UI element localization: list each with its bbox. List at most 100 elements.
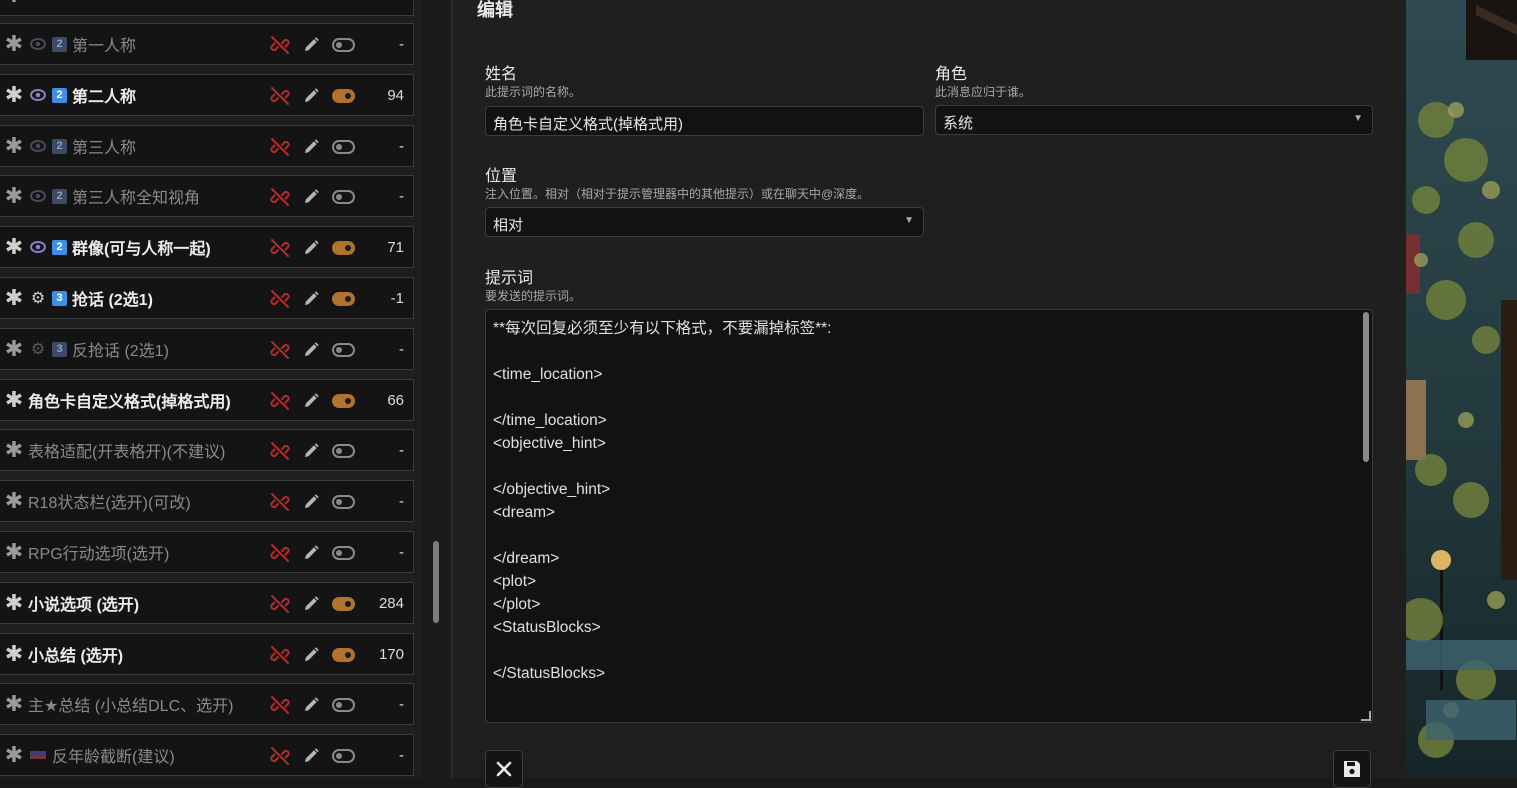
link-off-icon[interactable] bbox=[270, 238, 290, 258]
prompt-name: 第三人称全知视角 bbox=[72, 190, 201, 207]
link-off-icon[interactable] bbox=[270, 695, 290, 715]
enable-toggle[interactable] bbox=[332, 648, 355, 662]
prompt-row[interactable]: ✱ 2 群像(可与人称一起) 71 bbox=[0, 226, 414, 268]
list-scrollbar[interactable] bbox=[433, 541, 439, 623]
pencil-icon[interactable] bbox=[302, 696, 320, 714]
link-off-icon[interactable] bbox=[270, 543, 290, 563]
enable-toggle[interactable] bbox=[332, 292, 355, 306]
prompt-row[interactable]: ✱ ⚙ 3 抢话 (2选1) -1 bbox=[0, 277, 414, 319]
pencil-icon[interactable] bbox=[302, 595, 320, 613]
prompt-textarea[interactable]: **每次回复必须至少有以下格式，不要漏掉标签**: <time_location… bbox=[485, 309, 1373, 723]
drag-handle-icon[interactable]: ✱ bbox=[0, 641, 28, 667]
enable-toggle[interactable] bbox=[332, 495, 355, 509]
pencil-icon[interactable] bbox=[302, 239, 320, 257]
position-select-value: 相对 bbox=[493, 217, 524, 234]
prompt-row[interactable]: ✱ 2 第二人称 94 bbox=[0, 74, 414, 116]
save-icon bbox=[1344, 761, 1360, 777]
enable-toggle[interactable] bbox=[332, 698, 355, 712]
row-actions bbox=[270, 176, 355, 218]
prompt-name: 第一人称 bbox=[72, 38, 137, 55]
textarea-scrollbar[interactable] bbox=[1363, 312, 1369, 462]
prompt-row[interactable]: ✱ 小说选项 (选开) 284 bbox=[0, 582, 414, 624]
prompt-row-partial[interactable]: ✱ bbox=[0, 0, 414, 16]
position-select[interactable]: 相对 ▼ bbox=[485, 207, 924, 237]
token-count: - bbox=[399, 695, 404, 713]
enable-toggle[interactable] bbox=[332, 343, 355, 357]
save-button[interactable] bbox=[1333, 750, 1371, 788]
enable-toggle[interactable] bbox=[332, 89, 355, 103]
enable-toggle[interactable] bbox=[332, 444, 355, 458]
priority-badge: 2 bbox=[52, 239, 67, 255]
link-off-icon[interactable] bbox=[270, 492, 290, 512]
drag-handle-icon[interactable]: ✱ bbox=[0, 336, 28, 362]
pencil-icon[interactable] bbox=[302, 87, 320, 105]
link-off-icon[interactable] bbox=[270, 746, 290, 766]
drag-handle-icon[interactable]: ✱ bbox=[0, 133, 28, 159]
enable-toggle[interactable] bbox=[332, 394, 355, 408]
prompt-row[interactable]: ✱ 表格适配(开表格开)(不建议) - bbox=[0, 429, 414, 471]
link-off-icon[interactable] bbox=[270, 86, 290, 106]
pencil-icon[interactable] bbox=[302, 188, 320, 206]
prompt-row[interactable]: ✱ 小总结 (选开) 170 bbox=[0, 633, 414, 675]
link-off-icon[interactable] bbox=[270, 187, 290, 207]
drag-handle-icon[interactable]: ✱ bbox=[0, 590, 28, 616]
prompt-row[interactable]: ✱ R18状态栏(选开)(可改) - bbox=[0, 480, 414, 522]
close-button[interactable] bbox=[485, 750, 523, 788]
drag-handle-icon[interactable]: ✱ bbox=[0, 234, 28, 260]
enable-toggle[interactable] bbox=[332, 546, 355, 560]
pencil-icon[interactable] bbox=[302, 138, 320, 156]
drag-handle-icon[interactable]: ✱ bbox=[0, 539, 28, 565]
link-off-icon[interactable] bbox=[270, 35, 290, 55]
drag-handle-icon[interactable]: ✱ bbox=[0, 183, 28, 209]
link-off-icon[interactable] bbox=[270, 441, 290, 461]
drag-handle-icon[interactable]: ✱ bbox=[0, 742, 28, 768]
link-off-icon[interactable] bbox=[270, 645, 290, 665]
drag-handle-icon[interactable]: ✱ bbox=[0, 488, 28, 514]
enable-toggle[interactable] bbox=[332, 190, 355, 204]
link-off-icon[interactable] bbox=[270, 391, 290, 411]
pencil-icon[interactable] bbox=[302, 442, 320, 460]
prompt-row[interactable]: ✱ 角色卡自定义格式(掉格式用) 66 bbox=[0, 379, 414, 421]
pencil-icon[interactable] bbox=[302, 493, 320, 511]
drag-handle-icon[interactable]: ✱ bbox=[0, 0, 28, 8]
enable-toggle[interactable] bbox=[332, 241, 355, 255]
enable-toggle[interactable] bbox=[332, 140, 355, 154]
position-label: 位置 bbox=[485, 168, 518, 185]
row-actions bbox=[270, 227, 355, 269]
role-select[interactable]: 系统 ▼ bbox=[935, 105, 1373, 135]
resize-handle-icon[interactable] bbox=[1361, 711, 1371, 721]
name-input[interactable]: 角色卡自定义格式(掉格式用) bbox=[485, 106, 924, 136]
prompt-row[interactable]: ✱ 2 第三人称全知视角 - bbox=[0, 175, 414, 217]
drag-handle-icon[interactable]: ✱ bbox=[0, 437, 28, 463]
prompt-row[interactable]: ✱ ⚙ 3 反抢话 (2选1) - bbox=[0, 328, 414, 370]
enable-toggle[interactable] bbox=[332, 597, 355, 611]
drag-handle-icon[interactable]: ✱ bbox=[0, 31, 28, 57]
prompt-row[interactable]: ✱ RPG行动选项(选开) - bbox=[0, 531, 414, 573]
pencil-icon[interactable] bbox=[302, 392, 320, 410]
prompt-name: 第三人称 bbox=[72, 140, 137, 157]
prompt-row[interactable]: ✱ 2 第三人称 - bbox=[0, 125, 414, 167]
pencil-icon[interactable] bbox=[302, 646, 320, 664]
pencil-icon[interactable] bbox=[302, 747, 320, 765]
row-actions bbox=[270, 126, 355, 168]
link-off-icon[interactable] bbox=[270, 137, 290, 157]
prompt-row[interactable]: ✱ 反年龄截断(建议) - bbox=[0, 734, 414, 776]
drag-handle-icon[interactable]: ✱ bbox=[0, 82, 28, 108]
drag-handle-icon[interactable]: ✱ bbox=[0, 387, 28, 413]
prompt-name: 第二人称 bbox=[72, 89, 137, 106]
pencil-icon[interactable] bbox=[302, 36, 320, 54]
drag-handle-icon[interactable]: ✱ bbox=[0, 285, 28, 311]
token-count: -1 bbox=[390, 289, 404, 307]
pencil-icon[interactable] bbox=[302, 290, 320, 308]
prompt-row[interactable]: ✱ 主★总结 (小总结DLC、选开) - bbox=[0, 683, 414, 725]
prompt-row[interactable]: ✱ 2 第一人称 - bbox=[0, 23, 414, 65]
pencil-icon[interactable] bbox=[302, 341, 320, 359]
link-off-icon[interactable] bbox=[270, 340, 290, 360]
link-off-icon[interactable] bbox=[270, 594, 290, 614]
pencil-icon[interactable] bbox=[302, 544, 320, 562]
enable-toggle[interactable] bbox=[332, 749, 355, 763]
enable-toggle[interactable] bbox=[332, 38, 355, 52]
link-off-icon[interactable] bbox=[270, 289, 290, 309]
row-actions bbox=[270, 684, 355, 726]
drag-handle-icon[interactable]: ✱ bbox=[0, 691, 28, 717]
